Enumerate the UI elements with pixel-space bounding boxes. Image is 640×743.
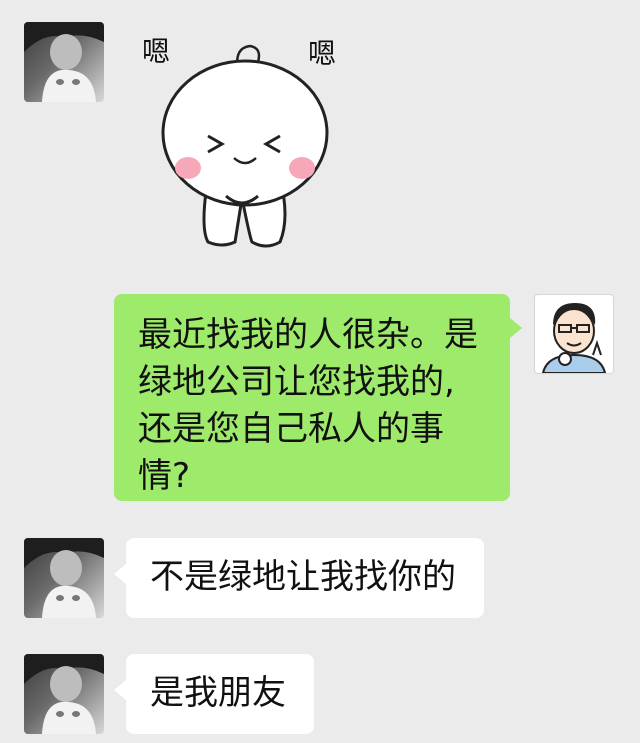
message-line: 最近找我的人很杂。是 bbox=[138, 315, 478, 355]
avatar-other[interactable] bbox=[24, 654, 104, 734]
avatar-other[interactable] bbox=[24, 22, 104, 102]
message-line: 绿地公司让您找我的, bbox=[138, 362, 455, 402]
bubble-tail bbox=[510, 318, 522, 338]
message-text: 不是绿地让我找你的 bbox=[150, 557, 456, 597]
message-bubble-self[interactable]: 最近找我的人很杂。是 绿地公司让您找我的, 还是您自己私人的事 情? bbox=[114, 294, 510, 501]
bubble-tail bbox=[114, 680, 126, 700]
girl-with-cat-icon bbox=[24, 22, 104, 102]
message-line: 还是您自己私人的事 bbox=[138, 409, 444, 449]
message-bubble-other[interactable]: 是我朋友 bbox=[126, 654, 314, 734]
sticker-caption-left: 嗯 bbox=[142, 35, 170, 68]
avatar-other[interactable] bbox=[24, 538, 104, 618]
sticker-message[interactable]: 嗯 嗯 bbox=[130, 28, 370, 258]
cartoon-man-icon bbox=[541, 303, 607, 373]
message-bubble-other[interactable]: 不是绿地让我找你的 bbox=[126, 538, 484, 618]
bubble-tail bbox=[114, 564, 126, 584]
sticker-caption-right: 嗯 bbox=[308, 37, 336, 70]
message-line: 情? bbox=[138, 456, 191, 496]
avatar-self[interactable] bbox=[534, 294, 614, 374]
message-text: 是我朋友 bbox=[150, 673, 286, 713]
girl-with-cat-icon bbox=[24, 654, 104, 734]
girl-with-cat-icon bbox=[24, 538, 104, 618]
